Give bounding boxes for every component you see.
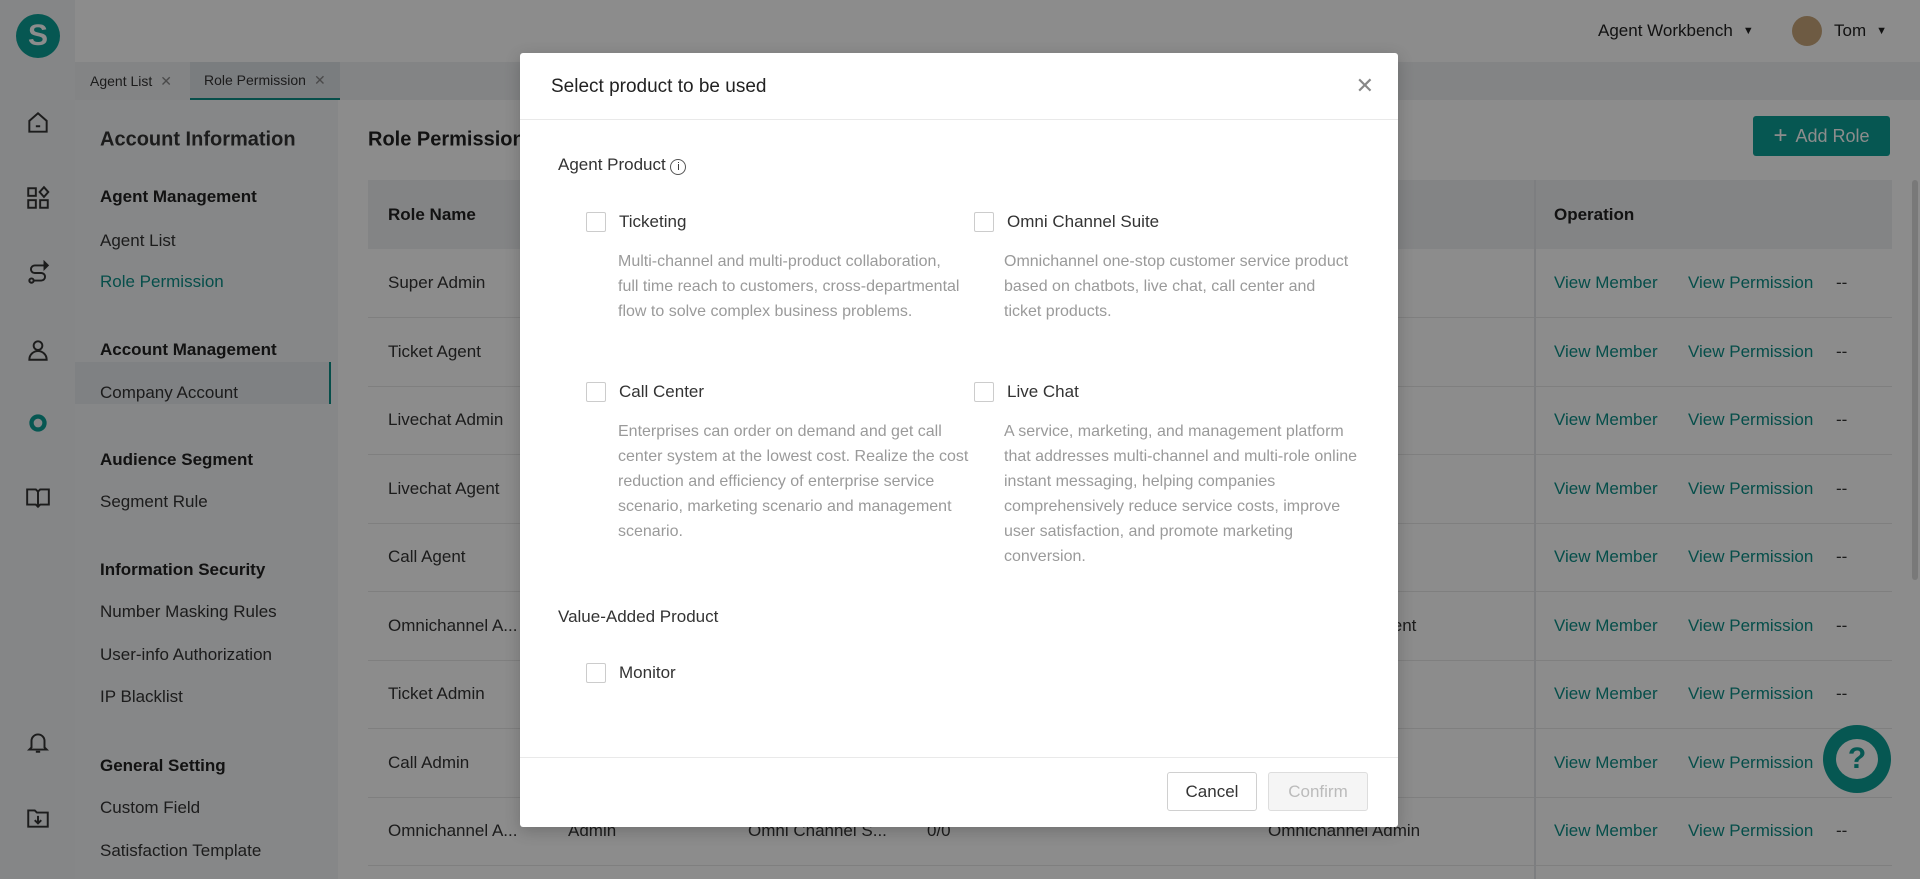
checkbox-ticketing[interactable]: Ticketing	[586, 212, 686, 232]
checkbox[interactable]	[974, 212, 994, 232]
option-description: A service, marketing, and management pla…	[1004, 423, 1358, 565]
select-product-dialog: Select product to be used ✕ Agent Produc…	[520, 53, 1398, 827]
option-label: Live Chat	[1007, 382, 1079, 401]
checkbox[interactable]	[586, 382, 606, 402]
dialog-title: Select product to be used	[551, 76, 767, 97]
checkbox-monitor[interactable]: Monitor	[586, 663, 676, 683]
agent-product-label: Agent Product	[558, 155, 666, 174]
option-description: Enterprises can order on demand and get …	[618, 423, 969, 540]
option-label: Ticketing	[619, 212, 687, 231]
checkbox-omni-channel-suite[interactable]: Omni Channel Suite	[974, 212, 1159, 232]
option-description: Omnichannel one-stop customer service pr…	[1004, 253, 1349, 320]
checkbox-live-chat[interactable]: Live Chat	[974, 382, 1079, 402]
cancel-button[interactable]: Cancel	[1167, 772, 1257, 811]
checkbox[interactable]	[974, 382, 994, 402]
confirm-button[interactable]: Confirm	[1268, 772, 1368, 811]
option-label: Call Center	[619, 382, 705, 401]
agent-product-heading: Agent Product i	[558, 155, 687, 175]
checkbox-call-center[interactable]: Call Center	[586, 382, 704, 402]
info-icon[interactable]: i	[670, 159, 687, 175]
option-label: Omni Channel Suite	[1007, 212, 1160, 231]
checkbox[interactable]	[586, 663, 606, 683]
dialog-footer-divider	[520, 757, 1398, 758]
option-label: Monitor	[619, 663, 676, 682]
dialog-header: Select product to be used ✕	[520, 53, 1398, 120]
value-added-heading: Value-Added Product	[558, 607, 719, 626]
checkbox[interactable]	[586, 212, 606, 232]
close-icon[interactable]: ✕	[1356, 73, 1374, 99]
option-description: Multi-channel and multi-product collabor…	[618, 253, 960, 320]
